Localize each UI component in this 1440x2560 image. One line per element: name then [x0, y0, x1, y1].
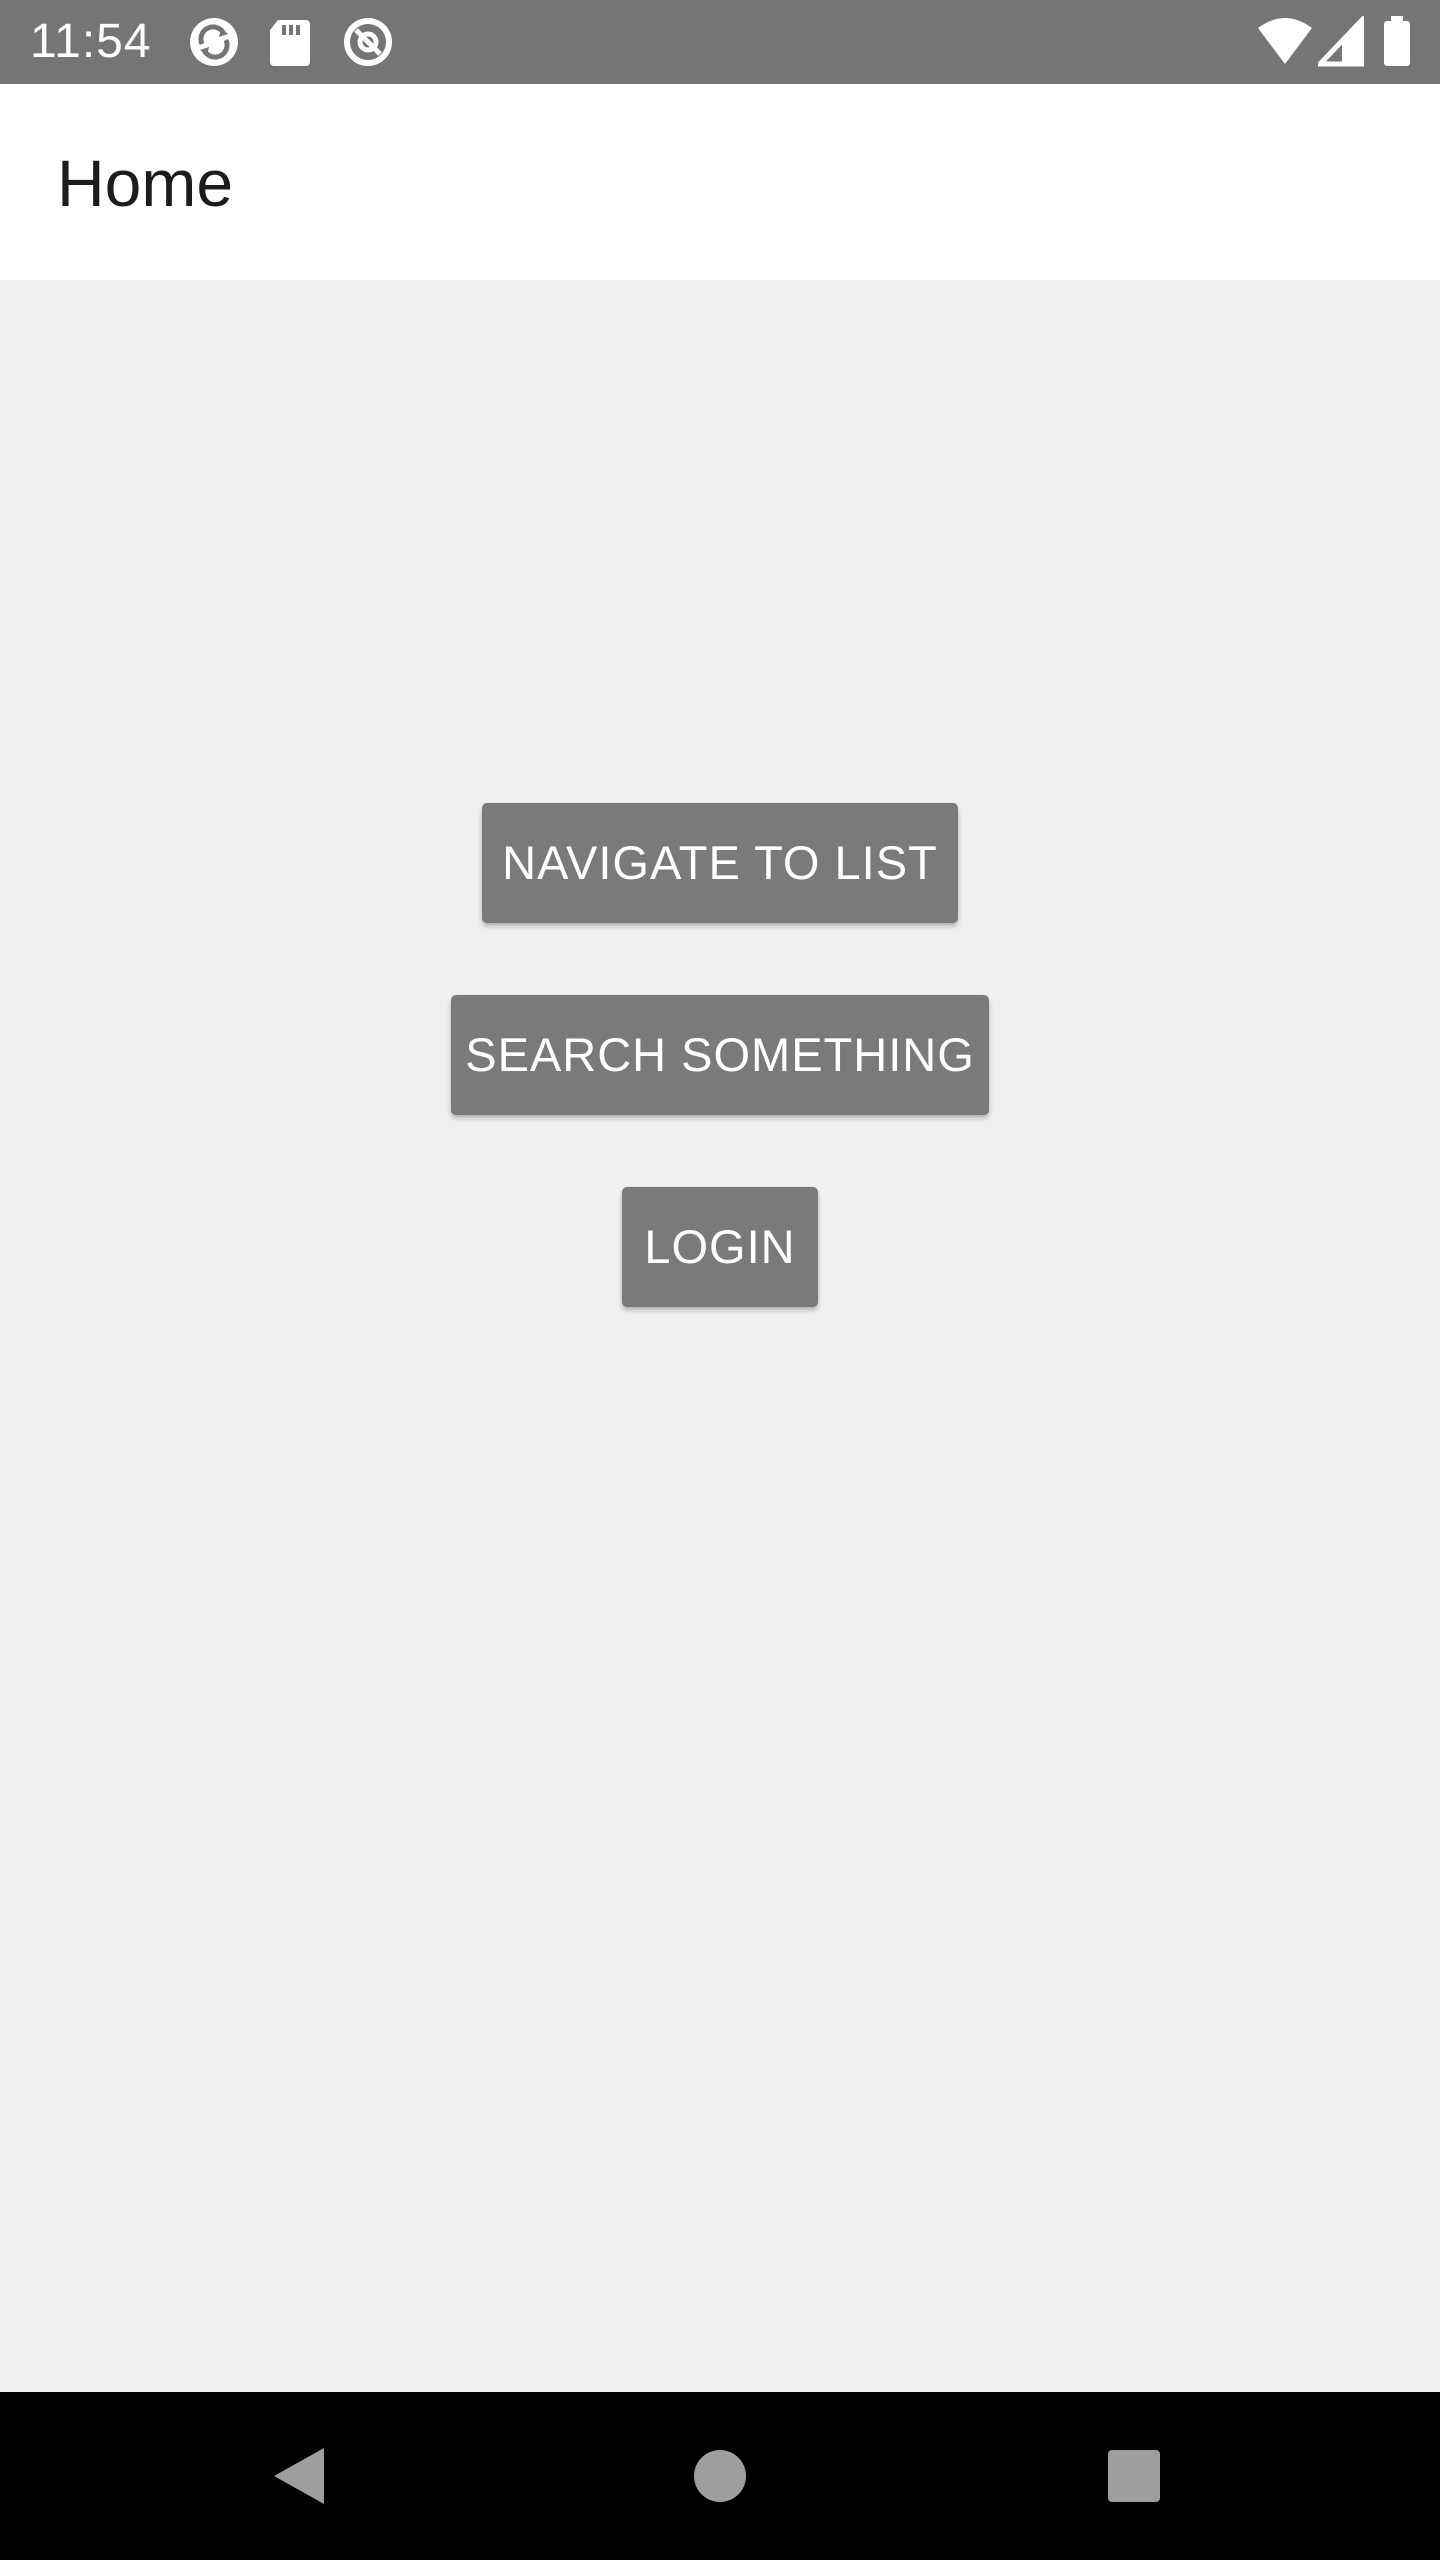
cell-signal-icon: [1318, 16, 1364, 68]
status-bar: 11:54: [0, 0, 1440, 84]
back-icon[interactable]: [258, 2434, 342, 2518]
recents-icon[interactable]: [1092, 2434, 1176, 2518]
search-something-button[interactable]: SEARCH SOMETHING: [451, 995, 989, 1115]
nav-bar: [0, 2392, 1440, 2560]
home-icon[interactable]: [678, 2434, 762, 2518]
page-title: Home: [57, 146, 234, 220]
sd-card-icon: [268, 16, 312, 68]
battery-icon: [1382, 16, 1412, 68]
login-button[interactable]: LOGIN: [622, 1187, 818, 1307]
wifi-icon: [1256, 16, 1314, 68]
app-bar: Home: [0, 84, 1440, 280]
sync-icon: [188, 16, 240, 68]
status-time: 11:54: [30, 15, 152, 68]
navigate-to-list-button[interactable]: NAVIGATE TO LIST: [482, 803, 958, 923]
main-content: [0, 280, 1440, 2392]
at-sign-icon: [342, 16, 394, 68]
